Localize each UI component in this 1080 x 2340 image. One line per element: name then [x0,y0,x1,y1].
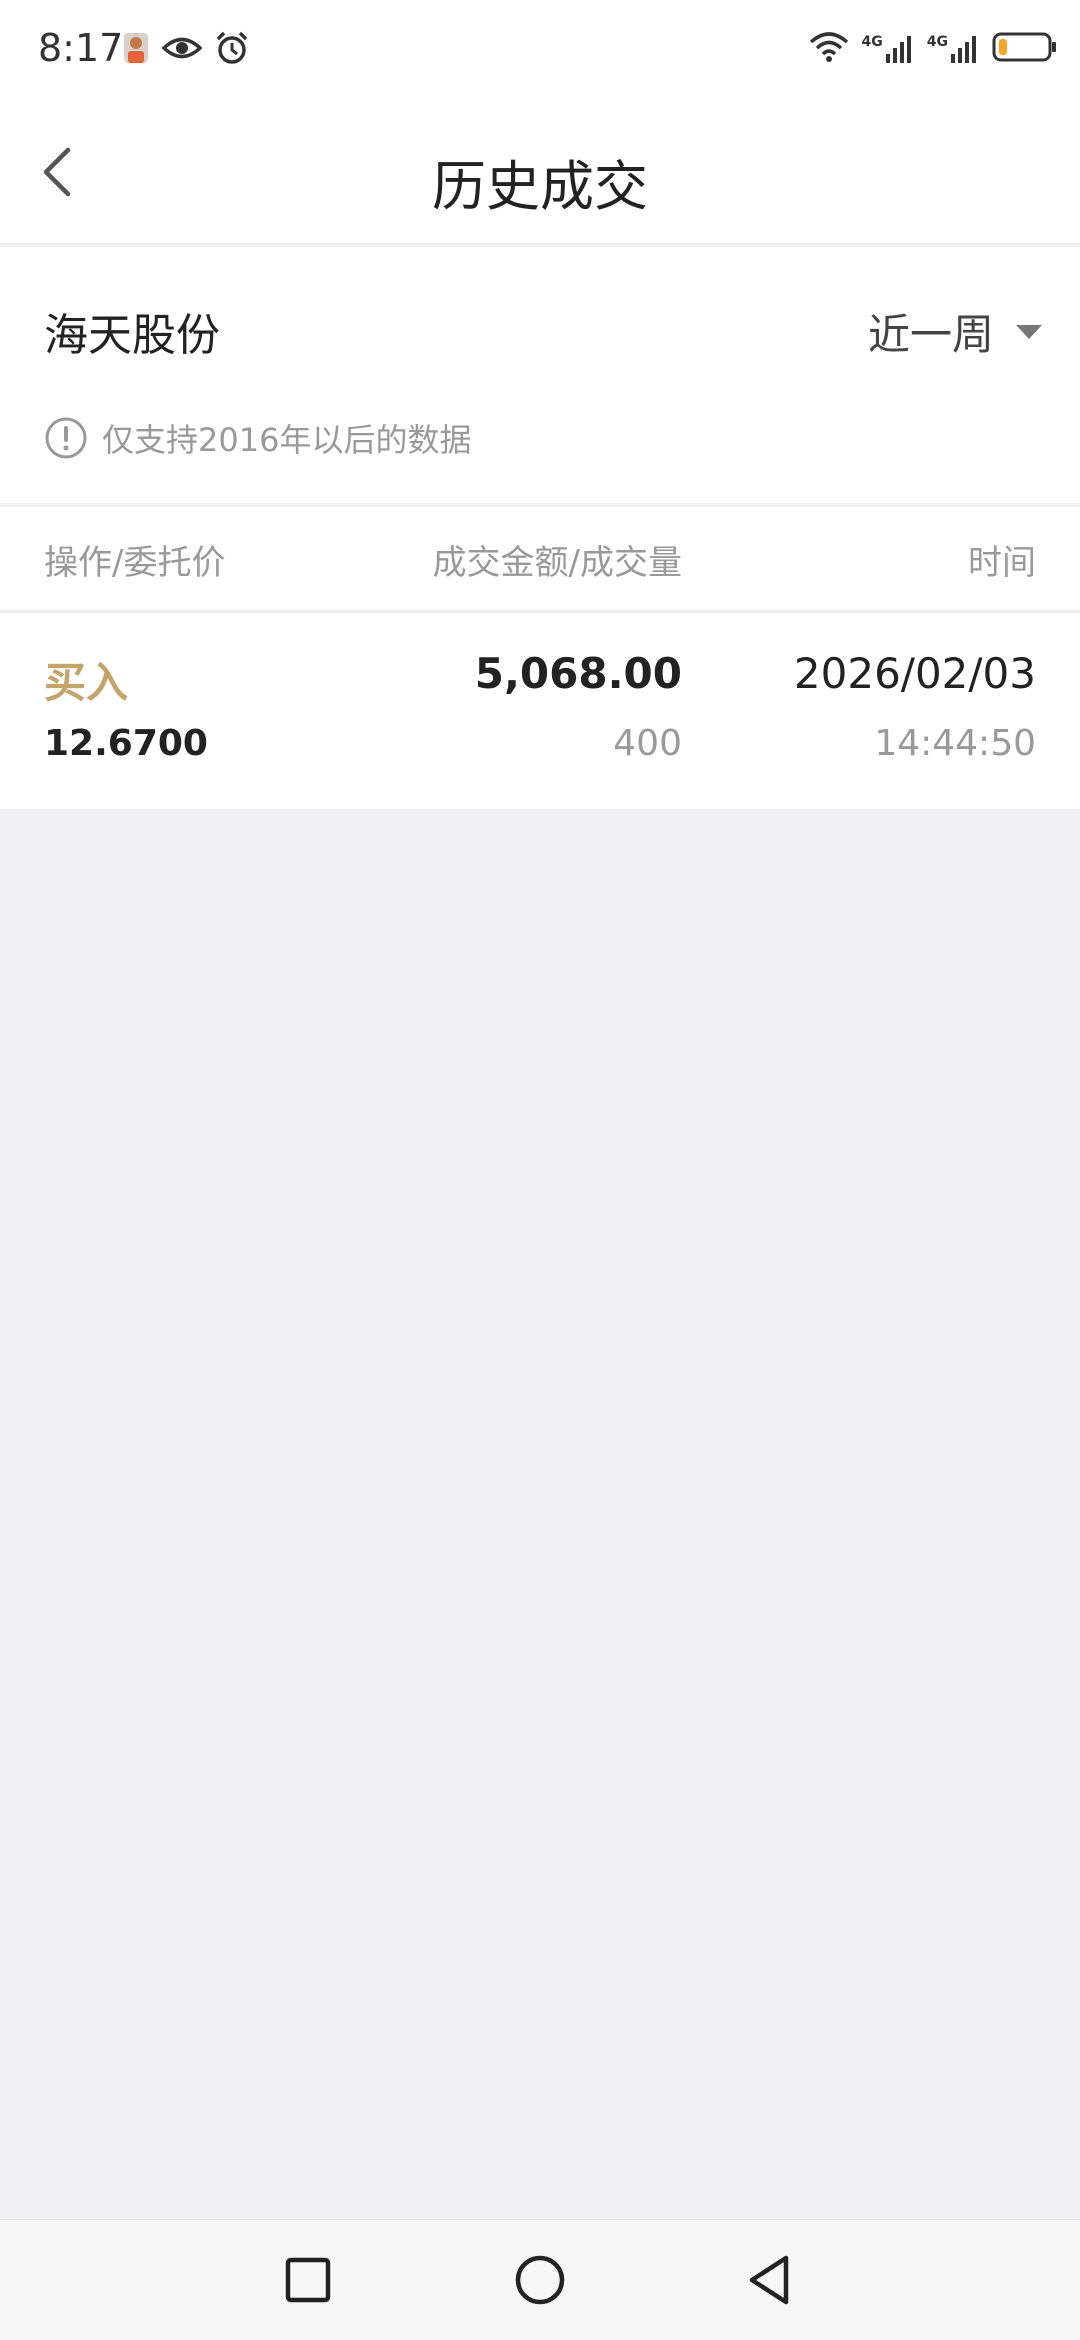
page-title: 历史成交 [432,155,648,218]
status-bar: 8:17 4G 4G [0,0,1080,100]
status-left-icons [122,30,250,70]
trade-amount: 5,068.00 [474,649,682,698]
column-header-amount: 成交金额/成交量 [432,543,682,583]
recents-button[interactable] [276,2248,340,2312]
data-range-note: 仅支持2016年以后的数据 [44,415,471,461]
signal-4g-icon: 4G [927,34,980,64]
status-time: 8:17 [38,26,124,70]
period-label: 近一周 [867,310,994,359]
navigation-bar: 历史成交 [0,100,1080,245]
note-text: 仅支持2016年以后的数据 [102,421,472,459]
empty-list-area [0,809,1080,2219]
network-label: 4G [926,34,948,50]
table-row[interactable]: 买入 12.6700 5,068.00 400 2026/02/03 14:44… [0,613,1080,809]
battery-icon [992,31,1058,67]
trade-date: 2026/02/03 [793,649,1036,698]
home-circle-icon [515,2255,565,2305]
trade-price: 12.6700 [44,723,208,764]
dropdown-triangle-icon [1016,324,1042,339]
recents-square-icon [285,2257,331,2303]
table-header: 操作/委托价 成交金额/成交量 时间 [0,507,1080,611]
signal-4g-icon: 4G [862,34,915,64]
wifi-icon [808,30,850,68]
system-navigation-bar [0,2219,1080,2340]
home-button[interactable] [508,2248,572,2312]
trade-volume: 400 [613,723,682,764]
trade-time: 14:44:50 [874,723,1036,764]
info-exclamation-icon [45,417,87,459]
period-dropdown[interactable]: 近一周 [868,301,1044,362]
stock-name: 海天股份 [44,310,220,361]
avatar-icon [122,31,150,69]
stock-section: 海天股份 近一周 仅支持2016年以后的数据 [0,247,1080,505]
eye-icon [161,33,203,67]
status-right-icons: 4G 4G [808,30,1058,68]
column-header-operation: 操作/委托价 [44,543,226,583]
alarm-icon [214,30,250,70]
system-back-button[interactable] [738,2248,802,2312]
back-triangle-icon [749,2255,789,2305]
network-label: 4G [861,34,883,50]
column-header-time: 时间 [968,543,1036,583]
trade-action: 买入 [44,658,129,707]
